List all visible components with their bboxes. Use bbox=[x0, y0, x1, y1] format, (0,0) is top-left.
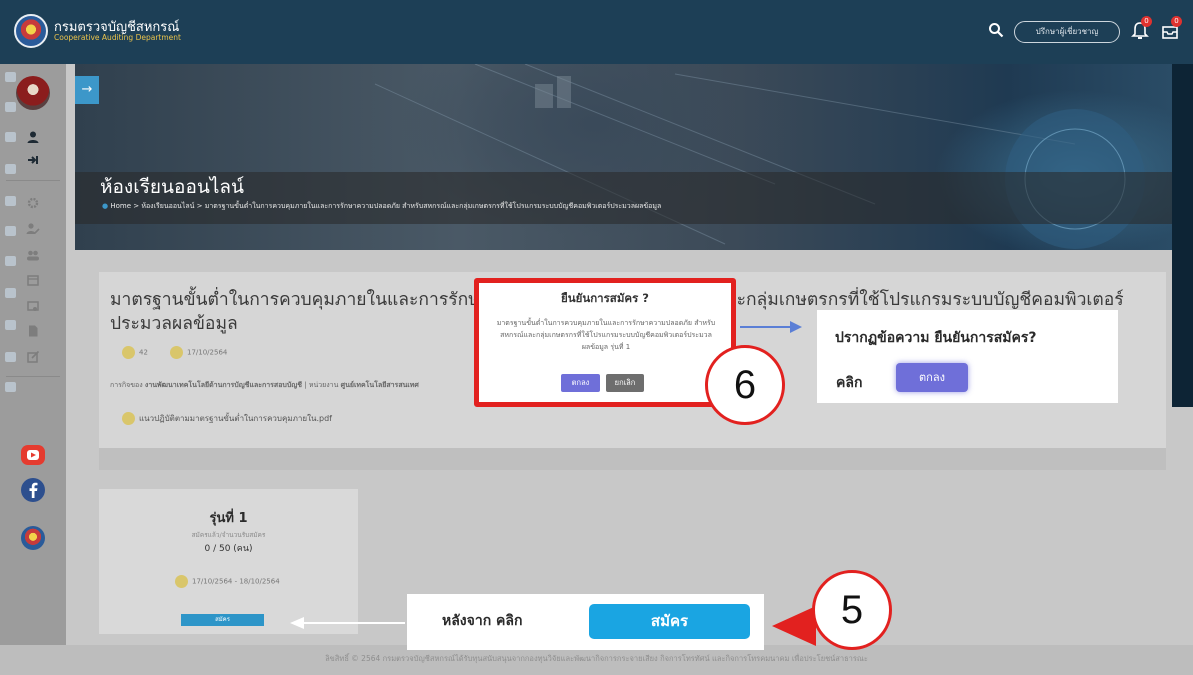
dialog-ok-button[interactable]: ตกลง bbox=[561, 374, 600, 392]
arrow-head bbox=[290, 617, 304, 629]
after-click-label: หลังจาก คลิก bbox=[442, 613, 523, 629]
apply-button-enlarged: สมัคร bbox=[589, 604, 750, 639]
step-6-circle: 6 bbox=[705, 345, 785, 425]
callout-click-label: คลิก bbox=[836, 375, 863, 391]
dialog-title: ยืนยันการสมัคร ? bbox=[561, 291, 649, 305]
callout-ok-button: ตกลง bbox=[896, 363, 968, 392]
arrow-head bbox=[790, 321, 802, 333]
callout-message: ปรากฏข้อความ ยืนยันการสมัคร? bbox=[835, 330, 1037, 346]
dialog-cancel-button[interactable]: ยกเลิก bbox=[606, 374, 644, 392]
pointer-5 bbox=[772, 606, 816, 646]
step-5-circle: 5 bbox=[812, 570, 892, 650]
dialog-message: มาตรฐานขั้นต่ำในการควบคุมภายในและการรักษ… bbox=[496, 319, 716, 351]
